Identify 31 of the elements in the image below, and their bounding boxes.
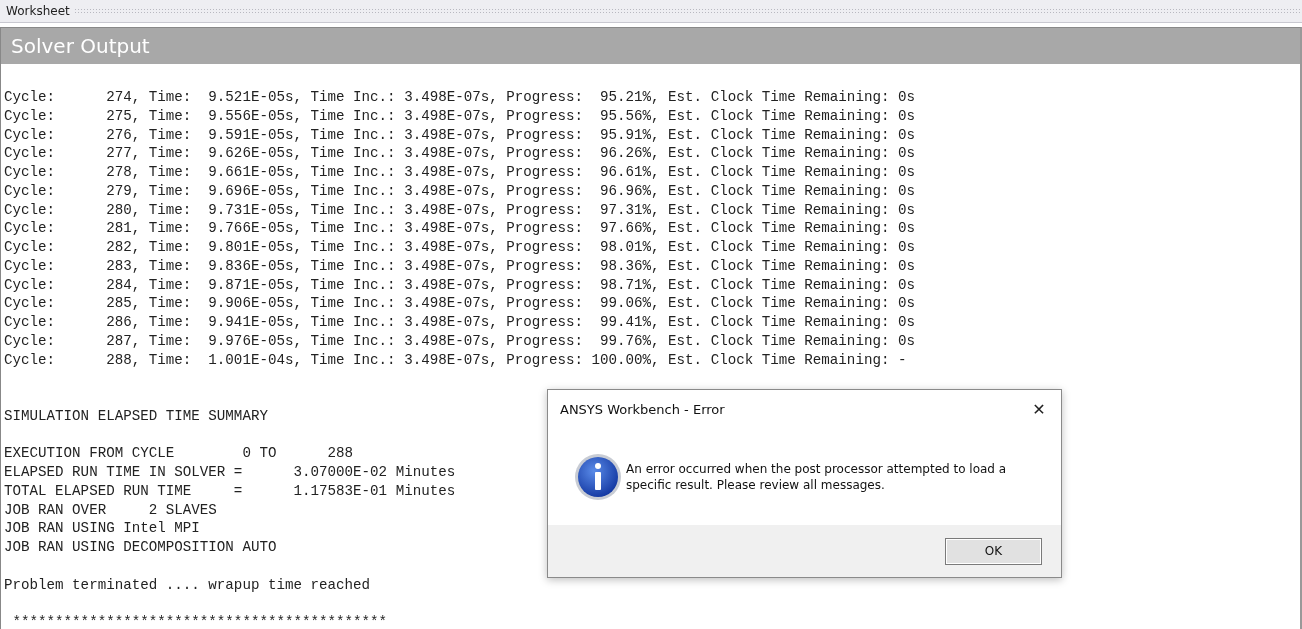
error-message: An error occurred when the post processor attempted to load a specific result. Please review all messages.: [626, 460, 1008, 493]
log-line: Cycle: 281, Time: 9.766E-05s, Time Inc.: 3.498E-07s, Progress: 97.66%, Est. Clock Time Remaining: 0s: [4, 219, 915, 238]
dialog-title: ANSYS Workbench - Error: [560, 401, 725, 417]
log-line: Cycle: 280, Time: 9.731E-05s, Time Inc.: 3.498E-07s, Progress: 97.31%, Est. Clock Time Remaining: 0s: [4, 200, 915, 220]
log-line: JOB RAN USING Intel MPI: [4, 519, 200, 538]
separator-line: ********************************************: [11, 613, 388, 629]
log-line: Cycle: 285, Time: 9.906E-05s, Time Inc.: 3.498E-07s, Progress: 99.06%, Est. Clock Time Remaining: 0s: [4, 294, 915, 313]
log-line: Problem terminated .... wrapup time reached: [4, 575, 371, 595]
log-line: Cycle: 286, Time: 9.941E-05s, Time Inc.: 3.498E-07s, Progress: 99.41%, Est. Clock Time Remaining: 0s: [4, 313, 915, 332]
ok-button[interactable]: OK: [945, 537, 1042, 565]
close-button[interactable]: ✕: [1017, 394, 1061, 424]
log-line: Cycle: 287, Time: 9.976E-05s, Time Inc.: 3.498E-07s, Progress: 99.76%, Est. Clock Time Remaining: 0s: [4, 331, 915, 351]
log-line: Cycle: 283, Time: 9.836E-05s, Time Inc.: 3.498E-07s, Progress: 98.36%, Est. Clock Time Remaining: 0s: [4, 256, 915, 276]
worksheet-tab-title: Worksheet: [6, 4, 71, 18]
log-line: Cycle: 276, Time: 9.591E-05s, Time Inc.: 3.498E-07s, Progress: 95.91%, Est. Clock Time Remaining: 0s: [4, 125, 915, 145]
log-line: TOTAL ELAPSED RUN TIME = 1.17583E-01 Minutes: [4, 481, 456, 501]
log-line: Cycle: 284, Time: 9.871E-05s, Time Inc.: 3.498E-07s, Progress: 98.71%, Est. Clock Time Remaining: 0s: [4, 275, 915, 295]
log-line: Cycle: 278, Time: 9.661E-05s, Time Inc.: 3.498E-07s, Progress: 96.61%, Est. Clock Time Remaining: 0s: [4, 163, 915, 182]
info-icon: [574, 452, 622, 501]
log-line: Cycle: 288, Time: 1.001E-04s, Time Inc.: 3.498E-07s, Progress: 100.00%, Est. Clock Time Remaining: -: [4, 350, 907, 370]
log-line: ELAPSED RUN TIME IN SOLVER = 3.07000E-02 Minutes: [4, 463, 456, 482]
log-line: Cycle: 275, Time: 9.556E-05s, Time Inc.: 3.498E-07s, Progress: 95.56%, Est. Clock Time Remaining: 0s: [4, 106, 915, 126]
log-line: Cycle: 274, Time: 9.521E-05s, Time Inc.: 3.498E-07s, Progress: 95.21%, Est. Clock Time Remaining: 0s: [4, 88, 915, 107]
log-line: Cycle: 282, Time: 9.801E-05s, Time Inc.: 3.498E-07s, Progress: 98.01%, Est. Clock Time Remaining: 0s: [4, 238, 915, 257]
log-line: JOB RAN USING DECOMPOSITION AUTO: [4, 538, 277, 557]
log-line: JOB RAN OVER 2 SLAVES: [4, 500, 217, 520]
summary-heading: SIMULATION ELAPSED TIME SUMMARY: [4, 406, 268, 426]
panel-header: Solver Output: [1, 28, 1300, 64]
log-line: EXECUTION FROM CYCLE 0 TO 288: [4, 444, 354, 463]
log-line: Cycle: 277, Time: 9.626E-05s, Time Inc.: 3.498E-07s, Progress: 96.26%, Est. Clock Time Remaining: 0s: [4, 144, 915, 163]
log-line: Cycle: 279, Time: 9.696E-05s, Time Inc.: 3.498E-07s, Progress: 96.96%, Est. Clock Time Remaining: 0s: [4, 181, 915, 201]
